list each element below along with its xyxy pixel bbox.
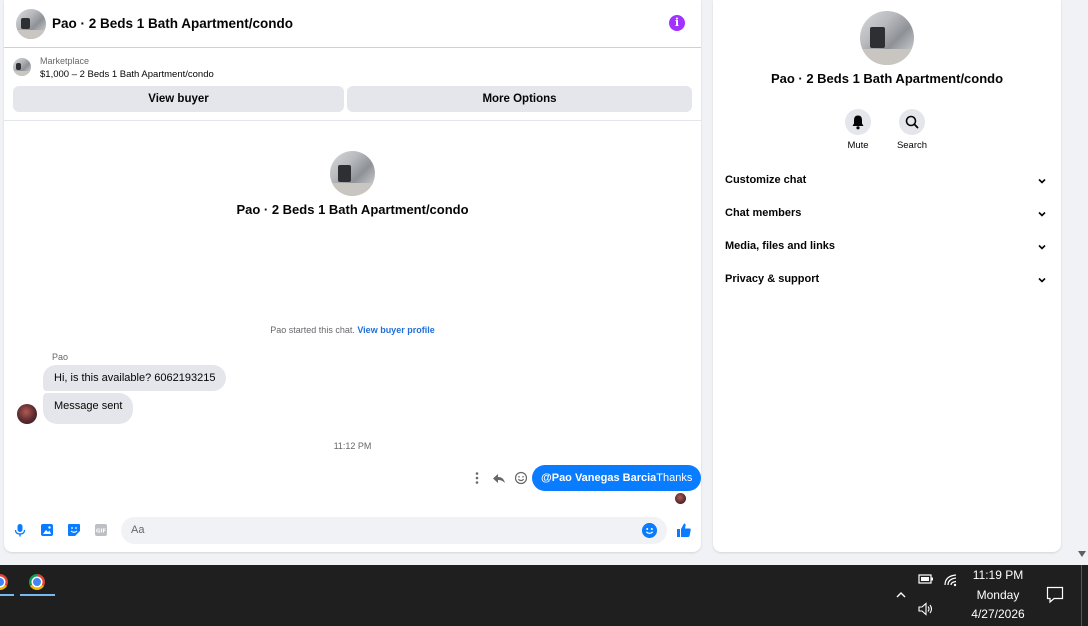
wifi-icon[interactable] [943, 573, 959, 587]
info-title: Pao · 2 Beds 1 Bath Apartment/condo [770, 71, 1004, 86]
incoming-message[interactable]: Message sent [43, 393, 134, 424]
taskbar-active-indicator [0, 594, 14, 596]
chevron-down-icon [1038, 178, 1046, 184]
section-label: Chat members [725, 207, 802, 219]
view-buyer-profile-link[interactable]: View buyer profile [357, 325, 434, 335]
chat-header: Pao · 2 Beds 1 Bath Apartment/condo i [4, 0, 701, 48]
started-text: Pao started this chat. [270, 325, 355, 335]
read-receipt-avatar [675, 493, 686, 504]
conversation-avatar [330, 151, 375, 196]
sender-name: Pao [52, 352, 69, 362]
sticker-icon[interactable] [67, 523, 81, 537]
bell-icon [852, 115, 864, 130]
svg-text:GIF: GIF [96, 529, 107, 535]
mention-link[interactable]: @Pao Vanegas Barcia [541, 472, 656, 484]
react-icon[interactable] [514, 471, 528, 485]
battery-icon[interactable] [918, 573, 934, 585]
taskbar: 11:19 PM Monday 4/27/2026 [0, 565, 1088, 626]
view-buyer-button[interactable]: View buyer [13, 86, 344, 112]
mute-label: Mute [847, 140, 869, 151]
clock-date[interactable]: 4/27/2026 [966, 607, 1030, 621]
customize-chat-section[interactable]: Customize chat [725, 174, 1049, 194]
info-icon[interactable]: i [669, 15, 685, 31]
chrome-icon [29, 574, 45, 590]
show-desktop-divider[interactable] [1081, 565, 1082, 626]
search-button[interactable] [899, 109, 925, 135]
conversation-title: Pao · 2 Beds 1 Bath Apartment/condo [236, 202, 469, 217]
more-actions-icon[interactable] [470, 471, 484, 485]
chat-avatar[interactable] [16, 9, 46, 39]
volume-icon[interactable] [918, 602, 934, 616]
section-label: Privacy & support [725, 273, 820, 285]
search-icon [905, 115, 919, 129]
taskbar-app-partial[interactable] [0, 568, 14, 596]
search-label: Search [896, 140, 928, 151]
reply-icon[interactable] [492, 471, 506, 485]
message-composer: GIF Aa [4, 516, 701, 546]
chat-started-notice: Pao started this chat. View buyer profil… [4, 325, 701, 335]
photo-icon[interactable] [40, 523, 54, 537]
taskbar-active-indicator [20, 594, 55, 596]
sender-avatar[interactable] [17, 404, 37, 424]
emoji-icon[interactable] [642, 523, 657, 538]
chat-members-section[interactable]: Chat members [725, 207, 1049, 227]
section-label: Customize chat [725, 174, 807, 186]
chat-title[interactable]: Pao · 2 Beds 1 Bath Apartment/condo [52, 16, 293, 31]
scrollbar-down-arrow[interactable] [1078, 551, 1086, 557]
chat-panel: Pao · 2 Beds 1 Bath Apartment/condo i Ma… [4, 0, 702, 552]
chevron-down-icon [1038, 244, 1046, 250]
chat-info-panel: Pao · 2 Beds 1 Bath Apartment/condo Mute… [713, 0, 1061, 552]
listing-title[interactable]: $1,000 – 2 Beds 1 Bath Apartment/condo [40, 69, 214, 80]
clock-day[interactable]: Monday [966, 588, 1030, 602]
mute-button[interactable] [845, 109, 871, 135]
incoming-message[interactable]: Hi, is this available? 6062193215 [43, 365, 227, 391]
privacy-support-section[interactable]: Privacy & support [725, 273, 1049, 293]
clock-time[interactable]: 11:19 PM [966, 568, 1030, 582]
chevron-down-icon [1038, 277, 1046, 283]
listing-thumbnail[interactable] [13, 58, 31, 76]
microphone-icon[interactable] [13, 523, 27, 537]
taskbar-chrome[interactable] [20, 568, 55, 596]
info-avatar[interactable] [860, 11, 914, 65]
message-timestamp: 11:12 PM [333, 441, 372, 451]
section-label: Media, files and links [725, 240, 836, 252]
chevron-down-icon [1038, 211, 1046, 217]
media-files-links-section[interactable]: Media, files and links [725, 240, 1049, 260]
chrome-icon [0, 574, 8, 590]
outgoing-message-text: Thanks [656, 472, 693, 484]
notifications-icon[interactable] [1046, 586, 1064, 604]
marketplace-listing: Marketplace $1,000 – 2 Beds 1 Bath Apart… [4, 49, 701, 121]
outgoing-message[interactable]: @Pao Vanegas BarciaThanks [532, 465, 702, 491]
chevron-up-icon[interactable] [895, 589, 907, 601]
message-input[interactable]: Aa [121, 517, 667, 544]
marketplace-label: Marketplace [40, 56, 90, 66]
like-icon[interactable] [676, 522, 692, 538]
gif-icon[interactable]: GIF [94, 523, 108, 537]
message-input-placeholder: Aa [131, 524, 145, 536]
more-options-button[interactable]: More Options [347, 86, 692, 112]
message-actions [470, 470, 528, 486]
